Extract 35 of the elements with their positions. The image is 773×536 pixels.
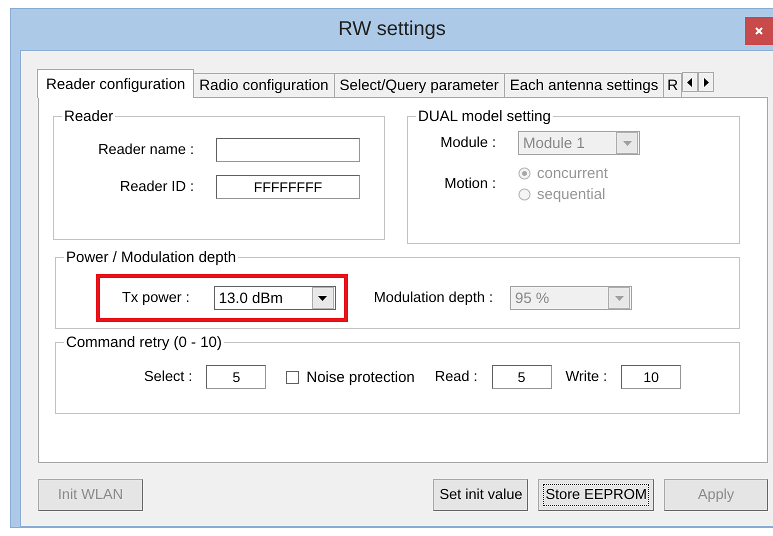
text-field[interactable]: 5 <box>492 365 552 389</box>
field-label: Module : <box>439 135 496 151</box>
group-title: Power / Modulation depth <box>65 249 238 266</box>
close-button[interactable] <box>745 17 773 45</box>
window-title: RW settings <box>338 18 446 41</box>
field-label: Motion : <box>443 176 496 192</box>
dialog-button[interactable]: Store EEPROM <box>538 479 654 511</box>
group-title: Command retry (0 - 10) <box>65 334 223 351</box>
scroll-right-button[interactable] <box>698 72 714 92</box>
field-label: Reader ID : <box>118 179 194 195</box>
tab[interactable]: Reader configuration <box>37 69 194 98</box>
noise-protection-checkbox[interactable]: Noise protection <box>286 368 415 386</box>
dialog-button[interactable]: Set init value <box>433 479 528 511</box>
text-field[interactable]: 10 <box>621 365 682 389</box>
group-title: Reader <box>63 108 114 125</box>
left-arrow-icon <box>687 78 694 86</box>
text-field[interactable] <box>216 138 360 162</box>
field-label: Reader name : <box>97 142 194 158</box>
text-field[interactable]: 5 <box>206 365 266 389</box>
field-label: Select : <box>144 369 192 385</box>
field-label: Tx power : <box>122 290 190 306</box>
right-arrow-icon <box>703 78 710 86</box>
caret-icon <box>614 296 624 300</box>
tx-power-dropdown[interactable]: 13.0 dBm <box>214 286 336 310</box>
field-label: Read : <box>434 369 478 385</box>
scroll-left-button[interactable] <box>682 72 698 92</box>
checkbox-icon <box>286 370 300 384</box>
caret-icon <box>622 140 632 146</box>
group-title: DUAL model setting <box>417 108 552 125</box>
close-icon <box>754 26 764 36</box>
caret-icon <box>318 296 328 300</box>
field-label: Write : <box>566 369 608 385</box>
field-label: Modulation depth : <box>374 290 493 306</box>
tab[interactable]: R <box>663 73 682 97</box>
text-field[interactable]: FFFFFFFF <box>216 175 360 199</box>
